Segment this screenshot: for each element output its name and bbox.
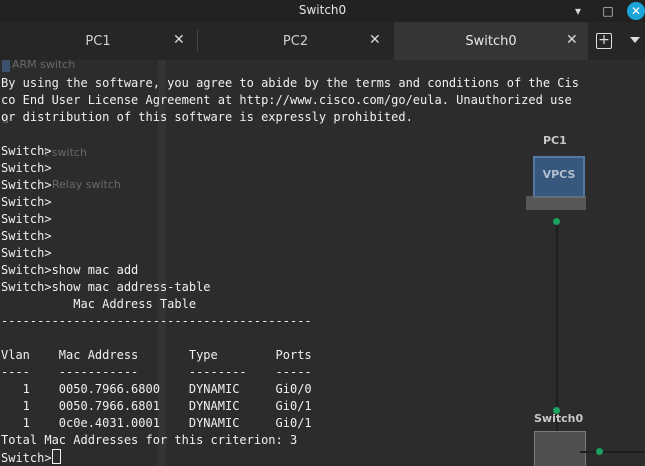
background-text: ARM switch	[12, 60, 76, 71]
close-tab-icon[interactable]: ✕	[566, 32, 578, 48]
terminal-line: By using the software, you agree to abid…	[1, 76, 579, 90]
terminal-output: By using the software, you agree to abid…	[1, 75, 579, 466]
link-line	[580, 451, 645, 453]
terminal-lines: By using the software, you agree to abid…	[1, 76, 579, 447]
tab-switch0[interactable]: Switch0 ✕	[394, 22, 588, 60]
close-tab-icon[interactable]: ✕	[369, 32, 381, 48]
minimize-button[interactable]: ▾	[569, 2, 587, 20]
link-dot-icon	[596, 448, 603, 455]
terminal-line: Vlan Mac Address Type Ports	[1, 348, 312, 362]
terminal-line: Switch>	[1, 229, 52, 243]
window-title: Switch0	[298, 3, 347, 17]
terminal-line: 1 0c0e.4031.0001 DYNAMIC Gi0/1	[22, 416, 312, 430]
terminal-line: Mac Address Table	[73, 297, 197, 311]
tab-pc1[interactable]: PC1 ✕	[0, 22, 196, 60]
terminal-line: co End User License Agreement at http://…	[1, 93, 572, 107]
terminal-line: or distribution of this software is expr…	[1, 110, 413, 124]
terminal-pane[interactable]: ARM switch t switch Relay switch d PC1 V…	[0, 60, 645, 466]
terminal-line: 1 0050.7966.6801 DYNAMIC Gi0/1	[22, 399, 312, 413]
close-tab-icon[interactable]: ✕	[173, 32, 185, 48]
terminal-line: Switch>	[1, 161, 52, 175]
tab-label: PC2	[282, 34, 309, 49]
terminal-line: Switch>	[1, 178, 52, 192]
terminal-line: 1 0050.7966.6800 DYNAMIC Gi0/0	[22, 382, 312, 396]
background-device-icon	[2, 60, 10, 72]
maximize-button[interactable]: □	[599, 2, 617, 20]
chevron-down-icon[interactable]	[630, 37, 640, 43]
terminal-prompt: Switch>	[1, 451, 52, 465]
tab-label: Switch0	[465, 34, 517, 49]
terminal-line: ---- ----------- -------- -----	[1, 365, 312, 379]
terminal-line: Switch>	[1, 246, 52, 260]
terminal-line: Switch>	[1, 212, 52, 226]
tab-bar: PC1 ✕ PC2 ✕ Switch0 ✕ +	[0, 22, 645, 60]
terminal-cursor	[51, 449, 61, 464]
terminal-line: ----------------------------------------…	[1, 314, 312, 328]
terminal-line: Total Mac Addresses for this criterion: …	[1, 433, 298, 447]
new-tab-button[interactable]: +	[596, 33, 612, 49]
tab-label: PC1	[85, 34, 111, 49]
terminal-line: Switch>show mac add	[1, 263, 139, 277]
window-titlebar: Switch0 ▾ □ ✕	[0, 0, 645, 22]
terminal-line: Switch>	[1, 195, 52, 209]
close-window-button[interactable]: ✕	[627, 2, 645, 20]
tab-pc2[interactable]: PC2 ✕	[198, 22, 393, 60]
terminal-line: Switch>show mac address-table	[1, 280, 211, 294]
terminal-line: Switch>	[1, 144, 52, 158]
